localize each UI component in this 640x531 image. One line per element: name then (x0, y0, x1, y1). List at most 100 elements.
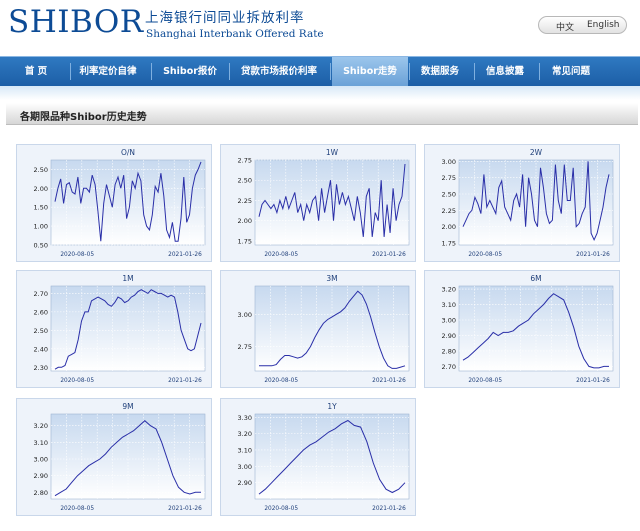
x-tick-label: 2020-08-05 (468, 252, 502, 258)
logo-cn-name: 上海银行间同业拆放利率 (145, 10, 305, 26)
y-tick-label: 0.50 (34, 242, 48, 250)
chart-2w[interactable]: 1.75 2.00 2.25 2.50 2.75 3.00 2W 2020-08-05 2021… (424, 144, 620, 262)
nav-pricing[interactable]: 利率定价自律 (72, 57, 144, 86)
y-tick-label: 3.20 (238, 430, 252, 438)
x-tick-label: 2021-01-26 (168, 378, 202, 384)
chart-on[interactable]: 0.50 1.00 1.50 2.00 2.50 O/N 2020-08-05 2021-01… (16, 144, 212, 262)
chart-1w[interactable]: 1.75 2.00 2.25 2.50 2.75 1W 2020-08-05 2021-01-… (220, 144, 416, 262)
y-tick-label: 3.20 (34, 422, 48, 430)
y-tick-label: 2.70 (34, 290, 48, 298)
chart-title: 6M (530, 274, 541, 283)
chart-svg: 2.90 3.00 3.10 3.20 3.30 1Y 2020-08-05 2021-01-… (238, 402, 410, 512)
y-tick-label: 2.90 (442, 332, 456, 340)
y-tick-label: 3.00 (442, 158, 456, 166)
chart-title: 1M (122, 274, 133, 283)
nav-trend[interactable]: Shibor走势 (332, 57, 408, 86)
chart-title: O/N (121, 148, 135, 157)
y-tick-label: 2.50 (34, 166, 48, 174)
nav-lpr[interactable]: 贷款市场报价利率 (231, 57, 327, 86)
x-tick-label: 2020-08-05 (60, 252, 94, 258)
y-tick-label: 3.20 (442, 286, 456, 294)
app-root: SHIBOR 上海银行间同业拆放利率 Shanghai Interbank Of… (0, 0, 640, 531)
y-tick-label: 3.10 (238, 446, 252, 454)
y-tick-label: 2.80 (34, 489, 48, 497)
nav-separator (151, 63, 152, 80)
chart-title: 3M (326, 274, 337, 283)
y-tick-label: 1.75 (442, 240, 456, 248)
nav-faq[interactable]: 常见问题 (541, 57, 601, 86)
chart-title: 1Y (327, 402, 337, 411)
x-tick-label: 2021-01-26 (168, 506, 202, 512)
y-tick-label: 2.70 (442, 363, 456, 371)
x-tick-label: 2021-01-26 (372, 252, 406, 258)
lang-zh-link[interactable]: 中文 (556, 20, 574, 33)
chart-title: 2W (530, 148, 543, 157)
y-tick-label: 2.90 (34, 472, 48, 480)
chart-svg: 2.80 2.90 3.00 3.10 3.20 9M 2020-08-05 2021-01-… (34, 402, 206, 512)
nav-separator (409, 63, 410, 80)
main-nav: 首 页 利率定价自律 Shibor报价 贷款市场报价利率 Shibor走势 数据… (0, 56, 640, 86)
y-tick-label: 2.25 (238, 197, 252, 205)
y-tick-label: 3.10 (442, 301, 456, 309)
x-tick-label: 2020-08-05 (60, 506, 94, 512)
x-tick-label: 2021-01-26 (372, 506, 406, 512)
site-header: SHIBOR 上海银行间同业拆放利率 Shanghai Interbank Of… (0, 0, 640, 56)
y-tick-label: 2.00 (238, 217, 252, 225)
y-tick-label: 2.50 (34, 327, 48, 335)
chart-svg: 2.70 2.80 2.90 3.00 3.10 3.20 6M 2020-08-05 2021… (442, 274, 614, 384)
y-tick-label: 3.00 (34, 456, 48, 464)
y-tick-label: 1.75 (238, 237, 252, 245)
chart-svg: 1.75 2.00 2.25 2.50 2.75 1W 2020-08-05 2021-01-… (238, 148, 410, 258)
y-tick-label: 2.30 (34, 364, 48, 372)
y-tick-label: 2.00 (34, 185, 48, 193)
chart-title: 9M (122, 402, 133, 411)
x-tick-label: 2021-01-26 (576, 252, 610, 258)
nav-separator (539, 63, 540, 80)
y-tick-label: 3.00 (442, 317, 456, 325)
y-tick-label: 2.50 (238, 177, 252, 185)
chart-6m[interactable]: 2.70 2.80 2.90 3.00 3.10 3.20 6M 2020-08-05 2021… (424, 270, 620, 388)
language-switch: 中文 English (538, 16, 627, 34)
x-tick-label: 2020-08-05 (264, 506, 298, 512)
y-tick-label: 1.50 (34, 204, 48, 212)
y-tick-label: 2.50 (442, 191, 456, 199)
section-title-bar: 各期限品种Shibor历史走势 (6, 103, 638, 125)
nav-separator (474, 63, 475, 80)
charts-panel: 0.50 1.00 1.50 2.00 2.50 O/N 2020-08-05 2021-01… (6, 126, 638, 531)
chart-1y[interactable]: 2.90 3.00 3.10 3.20 3.30 1Y 2020-08-05 2021-01-… (220, 398, 416, 516)
x-tick-label: 2021-01-26 (168, 252, 202, 258)
y-tick-label: 2.75 (442, 174, 456, 182)
chart-svg: 1.75 2.00 2.25 2.50 2.75 3.00 2W 2020-08-05 2021… (442, 148, 614, 258)
chart-svg: 2.75 3.00 3M 2020-08-05 2021-01-26 (238, 274, 410, 384)
shibor-logo[interactable]: SHIBOR (8, 4, 144, 40)
x-tick-label: 2021-01-26 (372, 378, 406, 384)
nav-shadow-stripe (0, 86, 640, 100)
y-tick-label: 2.75 (238, 157, 252, 165)
nav-quotes[interactable]: Shibor报价 (153, 57, 227, 86)
x-tick-label: 2020-08-05 (468, 378, 502, 384)
y-tick-label: 2.60 (34, 308, 48, 316)
y-tick-label: 3.00 (238, 463, 252, 471)
y-tick-label: 2.80 (442, 347, 456, 355)
x-tick-label: 2021-01-26 (576, 378, 610, 384)
y-tick-label: 2.75 (238, 343, 252, 351)
chart-3m[interactable]: 2.75 3.00 3M 2020-08-05 2021-01-26 (220, 270, 416, 388)
nav-separator (70, 63, 71, 80)
y-tick-label: 2.00 (442, 223, 456, 231)
section-title: 各期限品种Shibor历史走势 (20, 112, 147, 123)
nav-data-service[interactable]: 数据服务 (411, 57, 469, 86)
nav-separator (229, 63, 230, 80)
y-tick-label: 3.00 (238, 311, 252, 319)
chart-9m[interactable]: 2.80 2.90 3.00 3.10 3.20 9M 2020-08-05 2021-01-… (16, 398, 212, 516)
x-tick-label: 2020-08-05 (264, 252, 298, 258)
y-tick-label: 2.25 (442, 207, 456, 215)
nav-home[interactable]: 首 页 (8, 57, 64, 86)
y-tick-label: 2.40 (34, 345, 48, 353)
chart-title: 1W (326, 148, 339, 157)
nav-disclosure[interactable]: 信息披露 (476, 57, 534, 86)
chart-svg: 2.30 2.40 2.50 2.60 2.70 1M 2020-08-05 2021-01-… (34, 274, 206, 384)
x-tick-label: 2020-08-05 (60, 378, 94, 384)
nav-separator (330, 63, 331, 80)
chart-1m[interactable]: 2.30 2.40 2.50 2.60 2.70 1M 2020-08-05 2021-01-… (16, 270, 212, 388)
lang-en-link[interactable]: English (587, 20, 620, 30)
